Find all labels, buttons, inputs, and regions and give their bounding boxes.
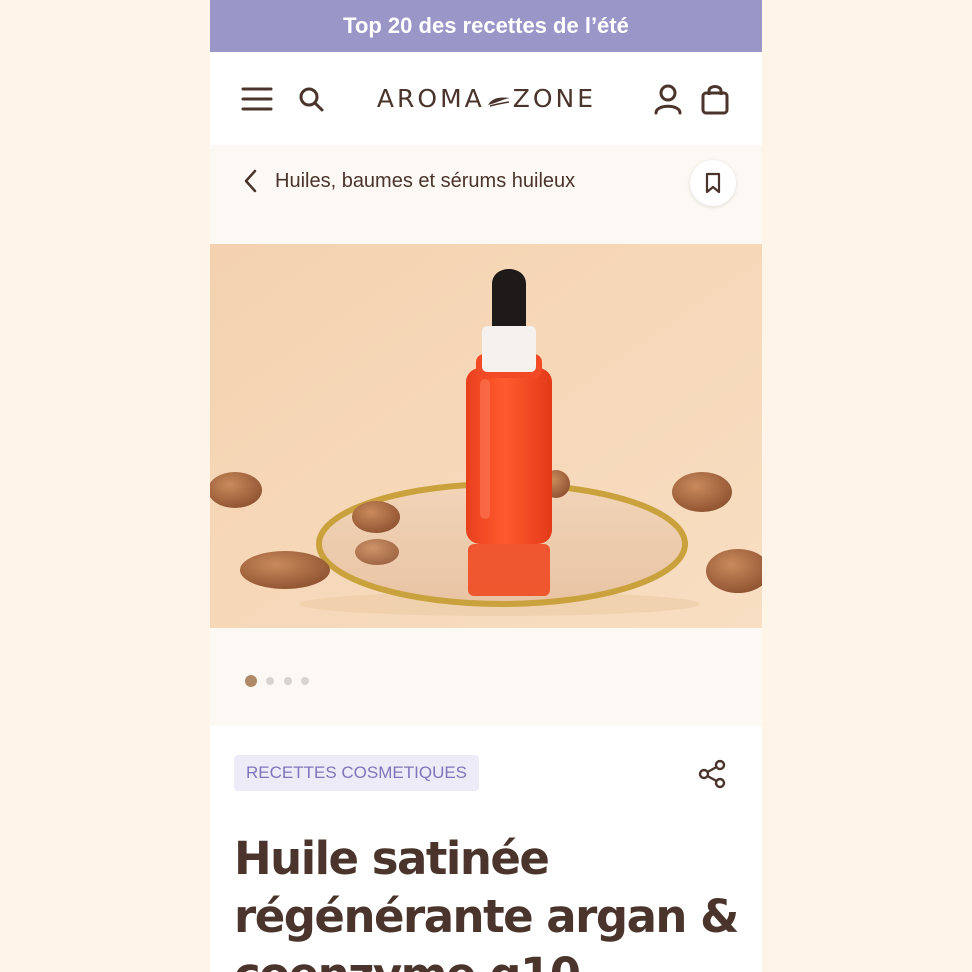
breadcrumb-link[interactable]: Huiles, baumes et sérums huileux	[275, 167, 575, 195]
bookmark-button[interactable]	[690, 160, 736, 206]
chevron-left-icon[interactable]	[240, 167, 262, 195]
argan-oil-bottle-photo	[210, 244, 762, 628]
account-icon[interactable]	[650, 52, 686, 145]
logo-text-zone: ZONE	[512, 84, 597, 113]
carousel-dot[interactable]	[284, 677, 292, 685]
brand-logo[interactable]: AROMA ZONE	[375, 52, 598, 145]
share-icon[interactable]	[696, 758, 728, 790]
promo-banner[interactable]: Top 20 des recettes de l’été	[210, 0, 762, 52]
mobile-viewport: Top 20 des recettes de l’été AROMA ZONE …	[210, 0, 762, 972]
carousel-pagination	[210, 628, 762, 726]
page-title: Huile satinée régénérante argan & coenzy…	[234, 832, 739, 972]
search-icon[interactable]	[296, 52, 326, 145]
category-tag[interactable]: RECETTES COSMETIQUES	[234, 755, 480, 791]
carousel-dot[interactable]	[301, 677, 309, 685]
product-image-carousel[interactable]	[210, 244, 762, 628]
logo-text-aroma: AROMA	[376, 84, 485, 113]
carousel-dot-active[interactable]	[245, 675, 257, 687]
carousel-dot[interactable]	[266, 677, 274, 685]
bookmark-icon	[705, 172, 721, 194]
promo-banner-text: Top 20 des recettes de l’été	[343, 13, 629, 38]
logo-leaf-icon	[487, 84, 511, 113]
article-header: RECETTES COSMETIQUES Huile satinée régén…	[210, 726, 762, 972]
site-header: AROMA ZONE	[210, 52, 762, 145]
menu-icon[interactable]	[238, 52, 276, 145]
breadcrumb: Huiles, baumes et sérums huileux	[210, 145, 762, 244]
shopping-bag-icon[interactable]	[697, 52, 733, 145]
